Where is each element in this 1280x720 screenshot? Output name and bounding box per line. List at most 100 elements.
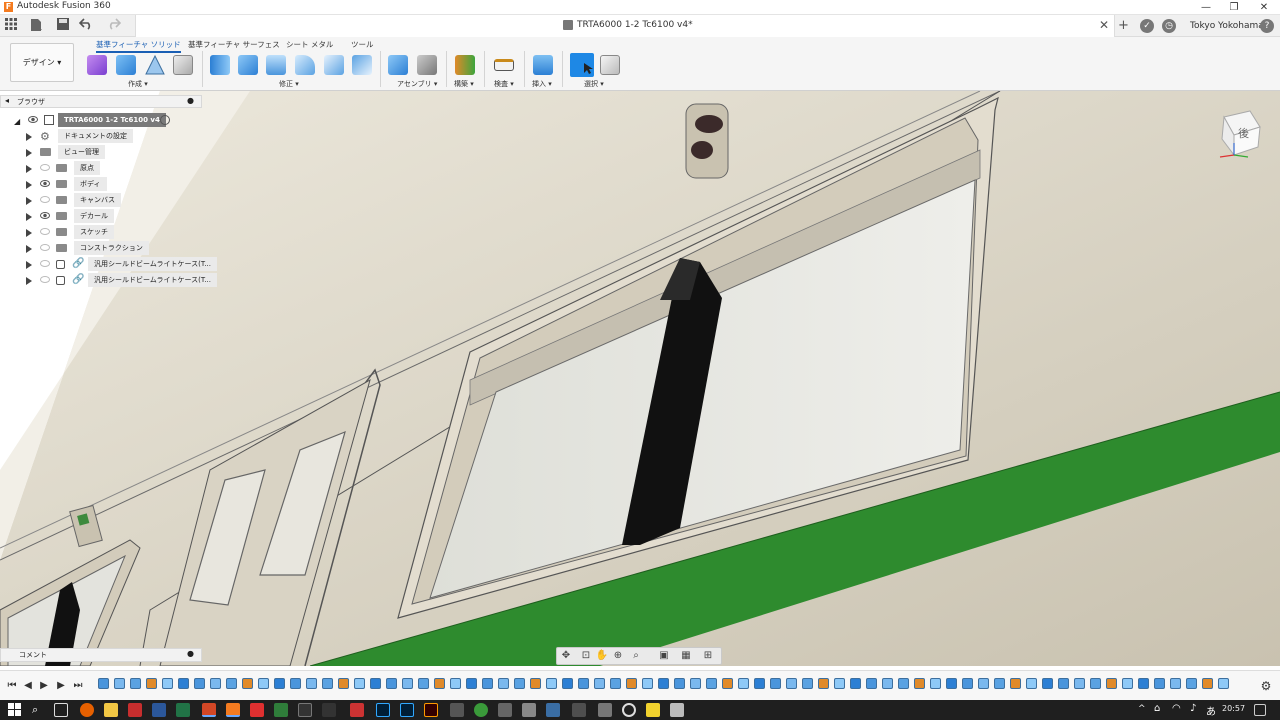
close-window-button[interactable]: ✕ bbox=[1250, 0, 1278, 15]
scale-icon[interactable] bbox=[352, 55, 372, 75]
app-icon[interactable] bbox=[128, 703, 142, 717]
new-component-star-icon[interactable] bbox=[388, 55, 408, 75]
browser-item-construction[interactable]: コンストラクション bbox=[26, 241, 202, 255]
timeline-feature-icon[interactable] bbox=[1202, 678, 1213, 689]
inspect-group-label[interactable]: 検査 ▾ bbox=[494, 79, 514, 89]
browser-pin-icon[interactable]: ● bbox=[187, 96, 194, 105]
acrobat-icon[interactable] bbox=[250, 703, 264, 717]
new-tab-button[interactable]: + bbox=[1118, 18, 1130, 34]
task-view-icon[interactable] bbox=[54, 703, 68, 717]
expand-root-icon[interactable]: ◢ bbox=[14, 115, 20, 129]
play-icon[interactable]: ▶ bbox=[38, 680, 50, 692]
timeline-feature-icon[interactable] bbox=[562, 678, 573, 689]
app-icon[interactable] bbox=[350, 703, 364, 717]
file-explorer-icon[interactable] bbox=[104, 703, 118, 717]
app-icon[interactable] bbox=[498, 703, 512, 717]
timeline-feature-icon[interactable] bbox=[690, 678, 701, 689]
browser-item-named-views[interactable]: ビュー管理 bbox=[26, 145, 202, 159]
modify-group-label[interactable]: 修正 ▾ bbox=[279, 79, 299, 89]
tab-sheet-metal[interactable]: シート メタル bbox=[286, 39, 333, 50]
measure-icon[interactable] bbox=[494, 59, 514, 71]
timeline-feature-icon[interactable] bbox=[466, 678, 477, 689]
display-settings-icon[interactable]: ▣ bbox=[657, 650, 671, 662]
assemble-group-label[interactable]: アセンブリ ▾ bbox=[397, 79, 437, 89]
document-tab[interactable]: TRTA6000 1-2 Tc6100 v4* ✕ bbox=[135, 15, 1115, 37]
grid-settings-icon[interactable]: ▦ bbox=[679, 650, 693, 662]
expand-icon[interactable] bbox=[26, 197, 32, 205]
timeline-feature-icon[interactable] bbox=[1154, 678, 1165, 689]
timeline-feature-icon[interactable] bbox=[914, 678, 925, 689]
expand-icon[interactable] bbox=[26, 213, 32, 221]
revolve-icon[interactable] bbox=[145, 54, 165, 75]
expand-icon[interactable] bbox=[26, 165, 32, 173]
timeline-feature-icon[interactable] bbox=[418, 678, 429, 689]
chamfer-icon[interactable] bbox=[266, 55, 286, 75]
timeline-feature-icon[interactable] bbox=[290, 678, 301, 689]
timeline-feature-icon[interactable] bbox=[594, 678, 605, 689]
app-icon[interactable] bbox=[474, 703, 488, 717]
press-pull-icon[interactable] bbox=[210, 55, 230, 75]
timeline-feature-icon[interactable] bbox=[1106, 678, 1117, 689]
eye-icon[interactable] bbox=[40, 260, 50, 267]
timeline-feature-icon[interactable] bbox=[786, 678, 797, 689]
timeline-feature-icon[interactable] bbox=[994, 678, 1005, 689]
timeline-feature-icon[interactable] bbox=[530, 678, 541, 689]
timeline-feature-icon[interactable] bbox=[242, 678, 253, 689]
expand-icon[interactable] bbox=[26, 261, 32, 269]
timeline-feature-icon[interactable] bbox=[834, 678, 845, 689]
minimize-button[interactable]: — bbox=[1192, 0, 1220, 15]
timeline-feature-icon[interactable] bbox=[674, 678, 685, 689]
viewports-icon[interactable]: ⊞ bbox=[701, 650, 715, 662]
timeline-feature-icon[interactable] bbox=[882, 678, 893, 689]
timeline-feature-icon[interactable] bbox=[482, 678, 493, 689]
timeline-feature-icon[interactable] bbox=[722, 678, 733, 689]
collapse-icon[interactable]: ◂ bbox=[5, 96, 9, 105]
insert-image-icon[interactable] bbox=[533, 55, 553, 75]
go-to-start-icon[interactable]: ⏮ bbox=[6, 680, 18, 692]
fusion-360-icon[interactable] bbox=[226, 703, 240, 717]
timeline-feature-icon[interactable] bbox=[626, 678, 637, 689]
app-icon[interactable] bbox=[450, 703, 464, 717]
timeline-feature-icon[interactable] bbox=[114, 678, 125, 689]
shell-icon[interactable] bbox=[295, 55, 315, 75]
timeline-feature-icon[interactable] bbox=[962, 678, 973, 689]
timeline-feature-icon[interactable] bbox=[1186, 678, 1197, 689]
redo-icon[interactable] bbox=[106, 18, 122, 34]
orbit-icon[interactable]: ✥ bbox=[559, 650, 573, 662]
timeline-feature-icon[interactable] bbox=[1026, 678, 1037, 689]
timeline-feature-icon[interactable] bbox=[354, 678, 365, 689]
undo-icon[interactable] bbox=[78, 18, 94, 34]
excel-icon[interactable] bbox=[176, 703, 190, 717]
photoshop-icon[interactable] bbox=[376, 703, 390, 717]
select-group-label[interactable]: 選択 ▾ bbox=[584, 79, 604, 89]
timeline-feature-icon[interactable] bbox=[226, 678, 237, 689]
timeline-feature-icon[interactable] bbox=[338, 678, 349, 689]
timeline-feature-icon[interactable] bbox=[578, 678, 589, 689]
timeline-feature-icon[interactable] bbox=[1218, 678, 1229, 689]
go-to-end-icon[interactable]: ⏭ bbox=[72, 680, 84, 692]
eye-icon[interactable] bbox=[40, 180, 50, 187]
browser-item-origin[interactable]: 原点 bbox=[26, 161, 202, 175]
create-form-icon[interactable] bbox=[173, 55, 193, 75]
expand-icon[interactable] bbox=[26, 133, 32, 141]
timeline-feature-icon[interactable] bbox=[802, 678, 813, 689]
timeline-feature-icon[interactable] bbox=[1170, 678, 1181, 689]
timeline-feature-icon[interactable] bbox=[1138, 678, 1149, 689]
file-icon[interactable] bbox=[28, 18, 44, 34]
timeline-feature-icon[interactable] bbox=[130, 678, 141, 689]
comments-pin-icon[interactable]: ● bbox=[187, 649, 194, 658]
browser-item-decals[interactable]: デカール bbox=[26, 209, 202, 223]
app-icon[interactable] bbox=[646, 703, 660, 717]
browser-root[interactable]: ◢ TRTA6000 1-2 Tc6100 v4 bbox=[14, 113, 202, 127]
selection-filter-icon[interactable] bbox=[600, 55, 620, 75]
eye-icon[interactable] bbox=[40, 196, 50, 203]
timeline-feature-icon[interactable] bbox=[738, 678, 749, 689]
timeline-feature-icon[interactable] bbox=[210, 678, 221, 689]
timeline-feature-icon[interactable] bbox=[1090, 678, 1101, 689]
timeline-feature-icon[interactable] bbox=[754, 678, 765, 689]
activate-icon[interactable] bbox=[160, 115, 170, 125]
timeline-feature-icon[interactable] bbox=[274, 678, 285, 689]
timeline-feature-icon[interactable] bbox=[178, 678, 189, 689]
timeline-feature-icon[interactable] bbox=[930, 678, 941, 689]
timeline-feature-icon[interactable] bbox=[322, 678, 333, 689]
